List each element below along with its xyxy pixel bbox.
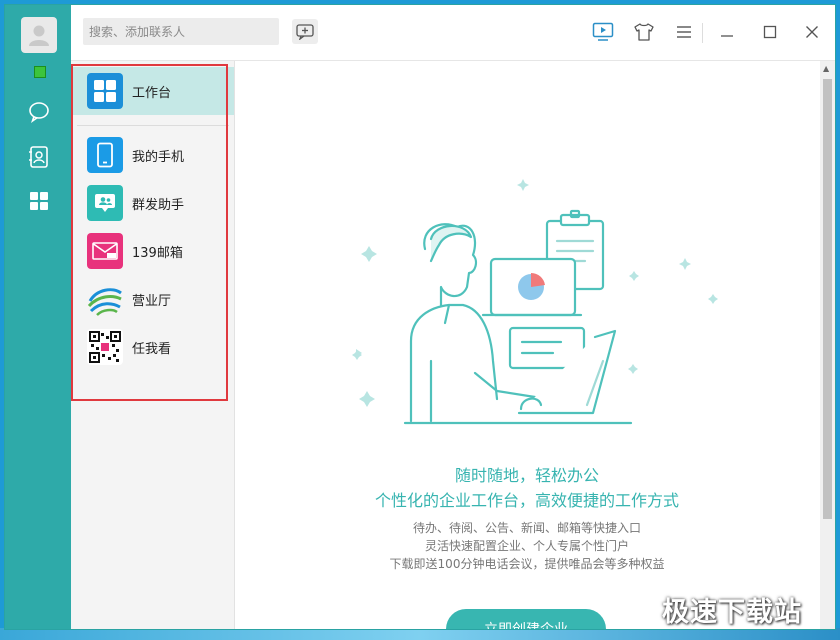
sidebar-item-renwokan[interactable]: 任我看 [71,323,234,371]
sidebar-item-139-mail[interactable]: 139邮箱 [71,227,234,275]
skin-button[interactable] [631,19,657,45]
feature-line: 待办、待阅、公告、新闻、邮箱等快捷入口 [412,521,641,535]
mail-139-icon [87,233,123,269]
grid-icon [30,192,48,210]
minimize-button[interactable] [714,19,740,45]
add-chat-icon [296,23,314,40]
close-icon [806,26,818,38]
watermark: 极速下载站 [662,597,802,628]
sidebar-item-label: 我的手机 [132,149,185,165]
avatar[interactable] [21,17,57,53]
screen-share-button[interactable] [590,19,616,45]
close-button[interactable] [799,19,825,45]
workbench-illustration [352,179,718,425]
app-window: 工作台 我的手机 群发 [4,4,836,630]
search-input[interactable] [83,18,279,45]
hamburger-menu-icon [677,26,691,38]
subheadline: 个性化的企业工作台，高效便捷的工作方式 [374,491,679,510]
monitor-play-icon [592,22,614,41]
sidebar-divider [77,125,229,126]
nav-workbench[interactable] [26,188,52,214]
sidebar-item-broadcast-assistant[interactable]: 群发助手 [71,179,234,227]
qr-code-icon [87,329,123,365]
scroll-up-arrow-icon[interactable]: ▲ [823,65,829,73]
app-list-sidebar: 工作台 我的手机 群发助手 139邮箱 营业厅 任我看 [71,61,235,629]
sidebar-item-label: 群发助手 [132,197,185,213]
user-icon [29,25,49,46]
nav-contacts[interactable] [26,144,52,170]
minimize-icon [721,35,733,37]
chat-bubble-icon [29,102,49,124]
sidebar-item-label: 工作台 [132,85,172,101]
nav-messages[interactable] [26,99,52,125]
top-bar [71,5,835,61]
main-content: 随时随地，轻松办公 个性化的企业工作台，高效便捷的工作方式 待办、待阅、公告、新… [235,61,819,629]
sidebar-item-label: 营业厅 [132,293,172,309]
add-contact-button[interactable] [292,19,318,44]
online-status-indicator[interactable] [34,66,46,78]
scrollbar-thumb[interactable] [823,79,832,519]
toolbar-divider [702,23,703,43]
tshirt-icon [634,23,654,41]
china-mobile-logo-icon [87,281,123,317]
feature-list: 待办、待阅、公告、新闻、邮箱等快捷入口 灵活快速配置企业、个人专属个性门户 下载… [235,519,819,573]
vertical-scrollbar[interactable]: ▲ [820,61,835,629]
maximize-icon [763,25,777,39]
maximize-button[interactable] [757,19,783,45]
feature-line: 灵活快速配置企业、个人专属个性门户 [424,539,629,553]
create-enterprise-button[interactable]: 立即创建企业 [446,609,606,629]
sidebar-item-label: 任我看 [132,341,172,357]
feature-line: 下载即送100分钟电话会议，提供唯品会等多种权益 [389,557,665,571]
sidebar-item-workbench[interactable]: 工作台 [71,67,234,115]
contacts-book-icon [29,146,48,168]
phone-icon [87,137,123,173]
headline: 随时随地，轻松办公 [454,466,599,485]
workbench-icon [87,73,123,109]
sidebar-item-my-phone[interactable]: 我的手机 [71,131,234,179]
sidebar-item-label: 139邮箱 [132,245,183,261]
left-nav-bar [5,5,71,629]
menu-button[interactable] [671,19,697,45]
group-message-icon [87,185,123,221]
sidebar-item-business-hall[interactable]: 营业厅 [71,275,234,323]
